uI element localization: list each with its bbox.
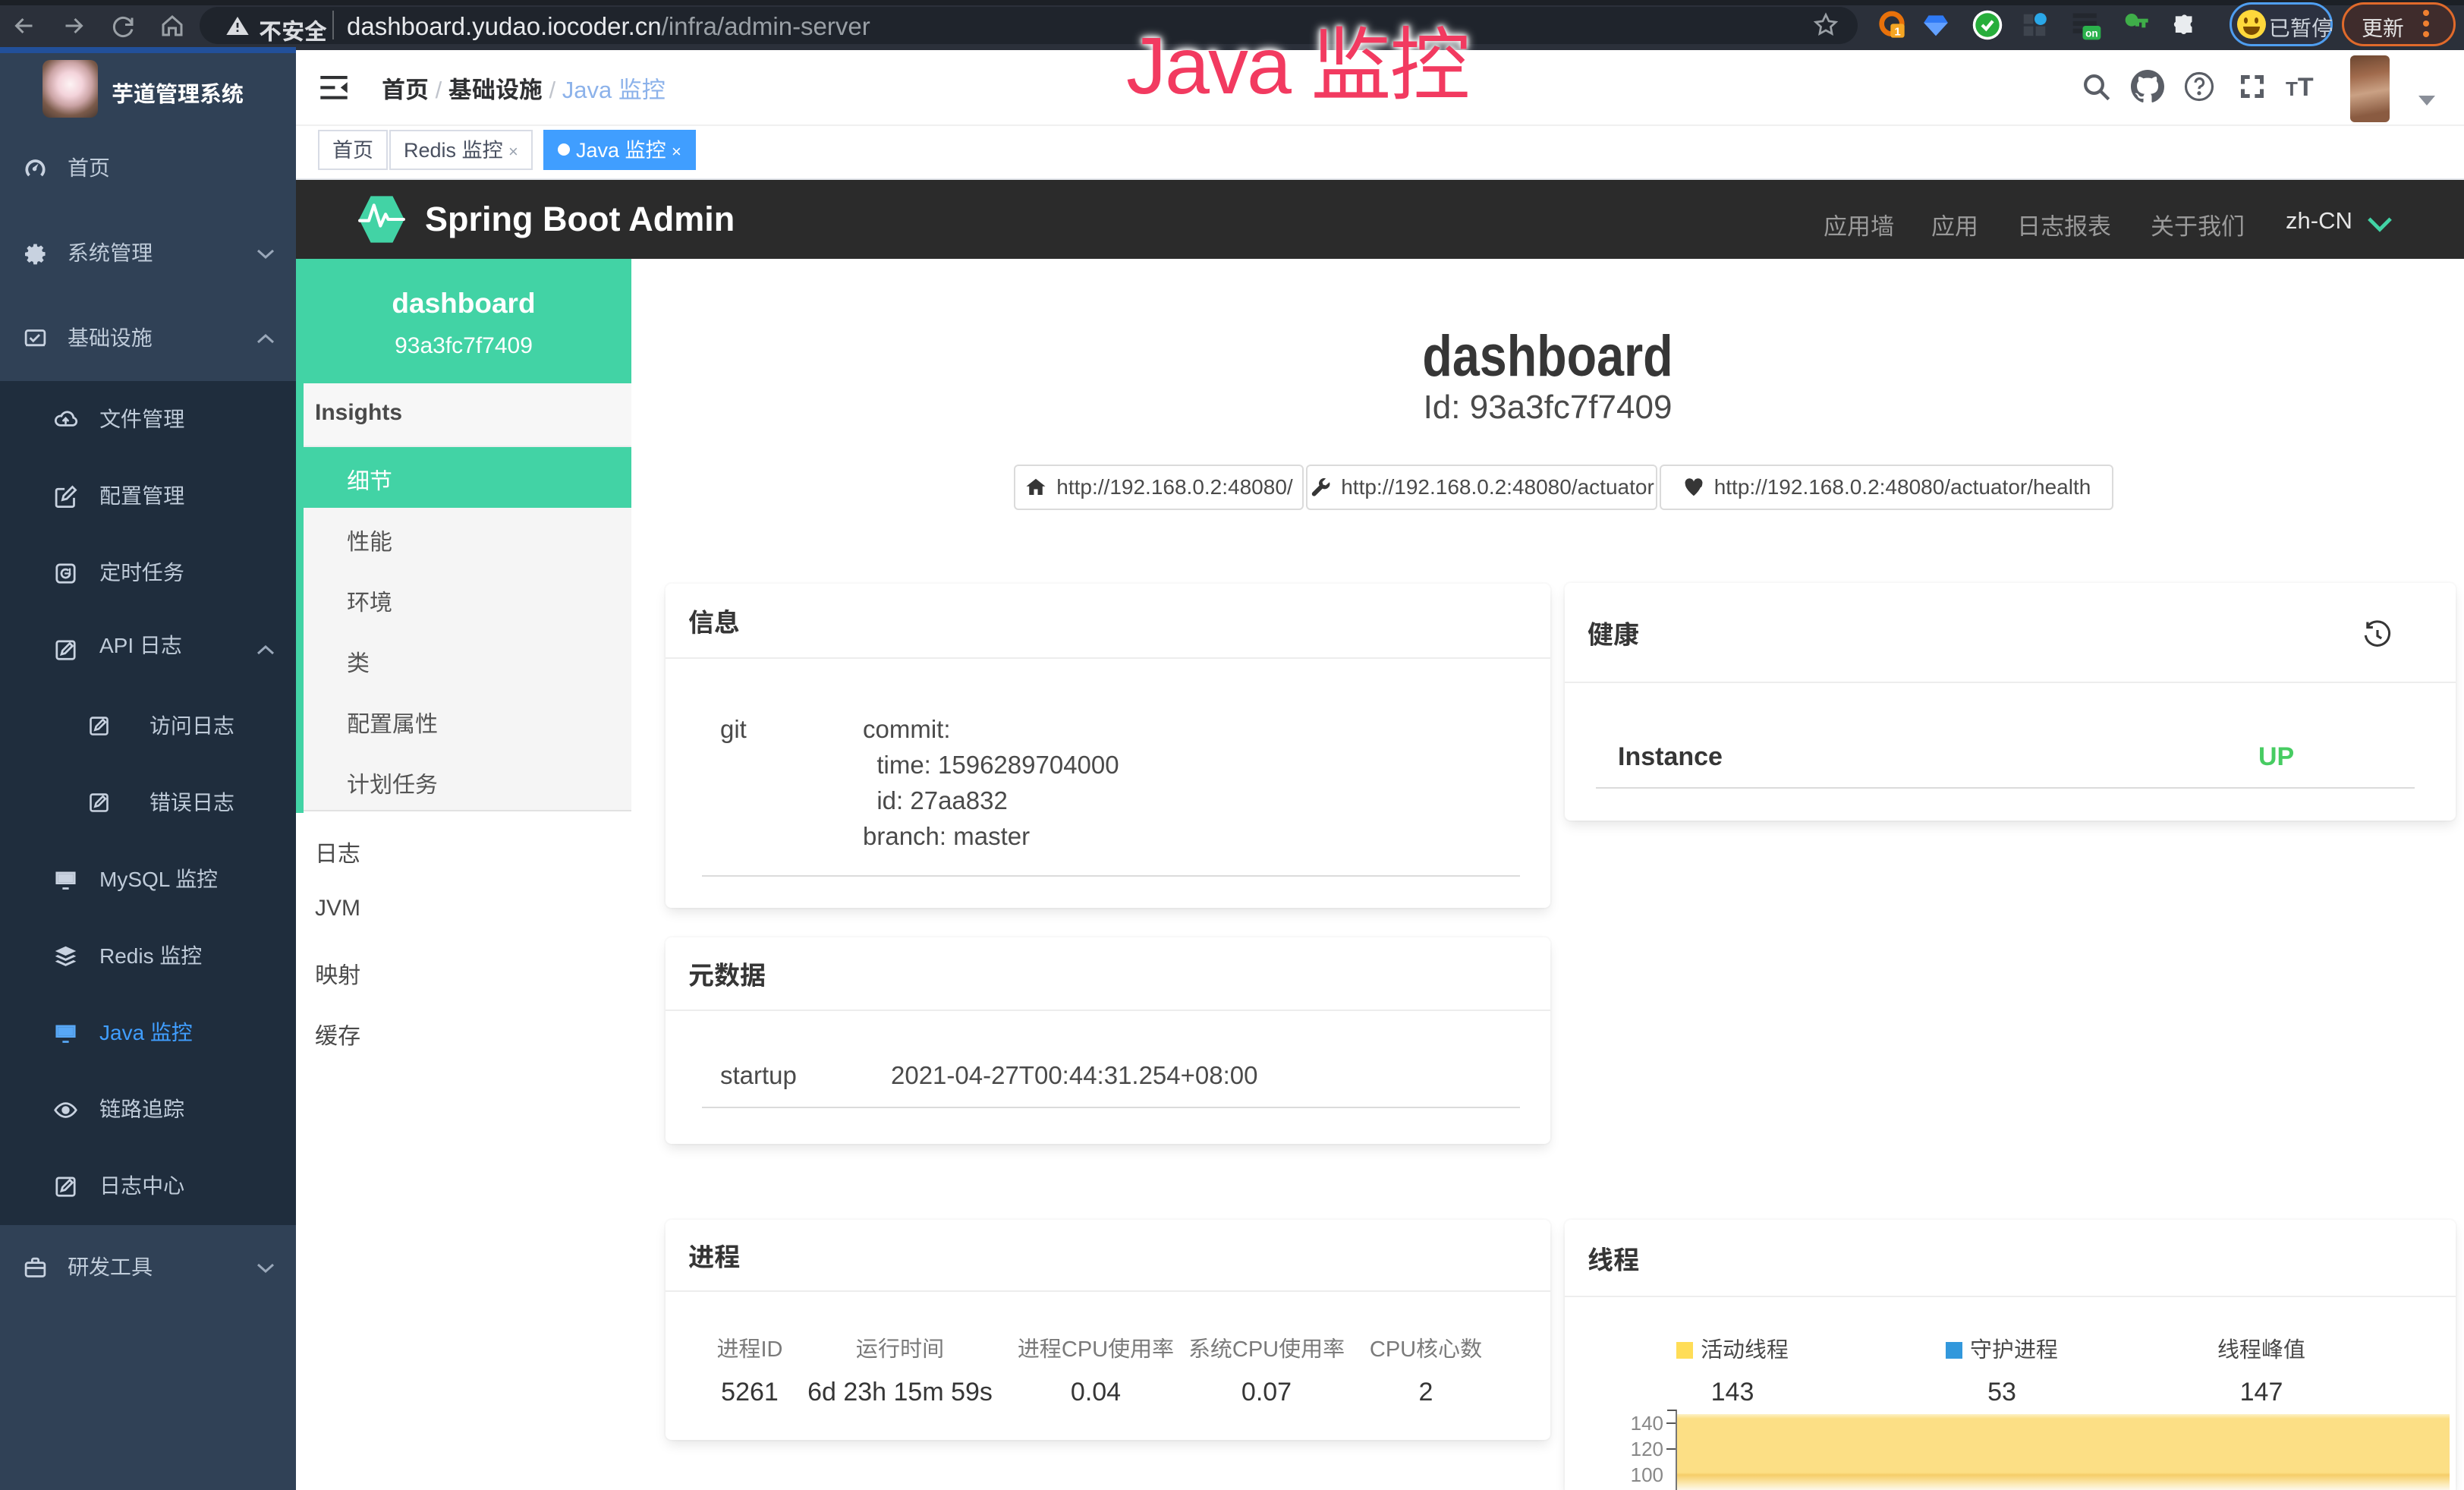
svg-text:1: 1: [1894, 25, 1900, 38]
svg-text:on: on: [2085, 28, 2098, 39]
